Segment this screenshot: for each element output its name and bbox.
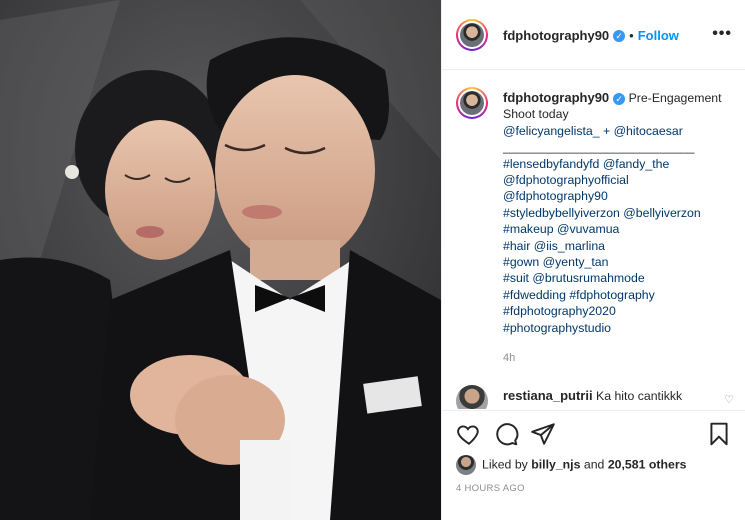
caption-first-text: Pre-Engagement <box>628 91 722 105</box>
caption-line[interactable]: #suit @brutusrumahmode <box>503 270 733 286</box>
likes-prefix: Liked by <box>482 457 528 472</box>
caption-line[interactable]: @felicyangelista_ + @hitocaesar <box>503 123 733 139</box>
likes-summary: Liked by billy_njs and 20,581 others <box>456 455 686 475</box>
caption-line: ____________________________ <box>503 140 695 155</box>
comment-like-icon[interactable]: ♡ <box>724 393 734 406</box>
caption-line[interactable]: #lensedbyfandyfd @fandy_the <box>503 156 733 172</box>
caption-avatar[interactable] <box>456 87 488 119</box>
caption-line[interactable]: #makeup @vuvamua <box>503 221 733 237</box>
author-username[interactable]: fdphotography90 <box>503 28 609 43</box>
caption-first-line: fdphotography90 ✓ Pre-Engagement <box>503 90 733 106</box>
share-paper-plane-icon[interactable] <box>530 421 556 447</box>
post-panel: fdphotography90 ✓ • Follow ••• fdphotograph… <box>441 0 745 520</box>
verified-badge-icon: ✓ <box>613 29 626 42</box>
caption-line[interactable]: #hair @iis_marlina <box>503 238 733 254</box>
commenter-username[interactable]: restiana_putrii <box>503 388 593 403</box>
comment-text-wrap: restiana_putrii Ka hito cantikkk <box>503 388 682 403</box>
verified-badge-icon: ✓ <box>613 92 626 105</box>
post-timestamp[interactable]: 4 HOURS AGO <box>456 483 525 494</box>
caption-area: fdphotography90 ✓ Pre-Engagement Shoot to… <box>442 70 745 410</box>
separator-dot: • <box>629 28 634 43</box>
caption-line[interactable]: #fdwedding #fdphotography <box>503 287 733 303</box>
comment-text: Ka hito cantikkk <box>596 389 683 403</box>
comment-item: restiana_putrii Ka hito cantikkk ♡ <box>456 385 740 409</box>
likes-count[interactable]: 20,581 others <box>608 457 687 471</box>
author-avatar[interactable] <box>456 19 488 51</box>
liker-username[interactable]: billy_njs <box>531 457 580 471</box>
caption-text: fdphotography90 ✓ Pre-Engagement Shoot to… <box>503 90 733 336</box>
avatar-image <box>460 91 484 115</box>
likes-conj: and <box>583 457 605 472</box>
caption-line[interactable]: #styledbybellyiverzon @bellyiverzon <box>503 205 733 221</box>
post-photo-image <box>0 0 441 520</box>
avatar-image <box>460 23 484 47</box>
caption-line: Shoot today <box>503 107 569 122</box>
like-heart-icon[interactable] <box>456 421 482 447</box>
caption-line[interactable]: #fdphotography2020 <box>503 303 733 319</box>
caption-age[interactable]: 4h <box>503 352 515 364</box>
caption-line[interactable]: #photographystudio <box>503 320 733 336</box>
post-header: fdphotography90 ✓ • Follow ••• <box>442 0 745 70</box>
caption-line[interactable]: #gown @yenty_tan <box>503 254 733 270</box>
comment-bubble-icon[interactable] <box>493 421 519 447</box>
caption-line[interactable]: @fdphotographyofficial <box>503 172 733 188</box>
header-meta: fdphotography90 ✓ • Follow <box>503 27 679 45</box>
commenter-avatar[interactable] <box>456 385 488 409</box>
post-actions: Liked by billy_njs and 20,581 others 4 H… <box>442 410 745 520</box>
liker-avatar[interactable] <box>456 455 476 475</box>
follow-button[interactable]: Follow <box>638 28 679 43</box>
caption-username[interactable]: fdphotography90 <box>503 90 609 105</box>
save-bookmark-icon[interactable] <box>706 421 732 447</box>
more-options-icon[interactable]: ••• <box>712 25 732 43</box>
caption-line[interactable]: @fdphotography90 <box>503 188 733 204</box>
post-photo[interactable] <box>0 0 441 520</box>
